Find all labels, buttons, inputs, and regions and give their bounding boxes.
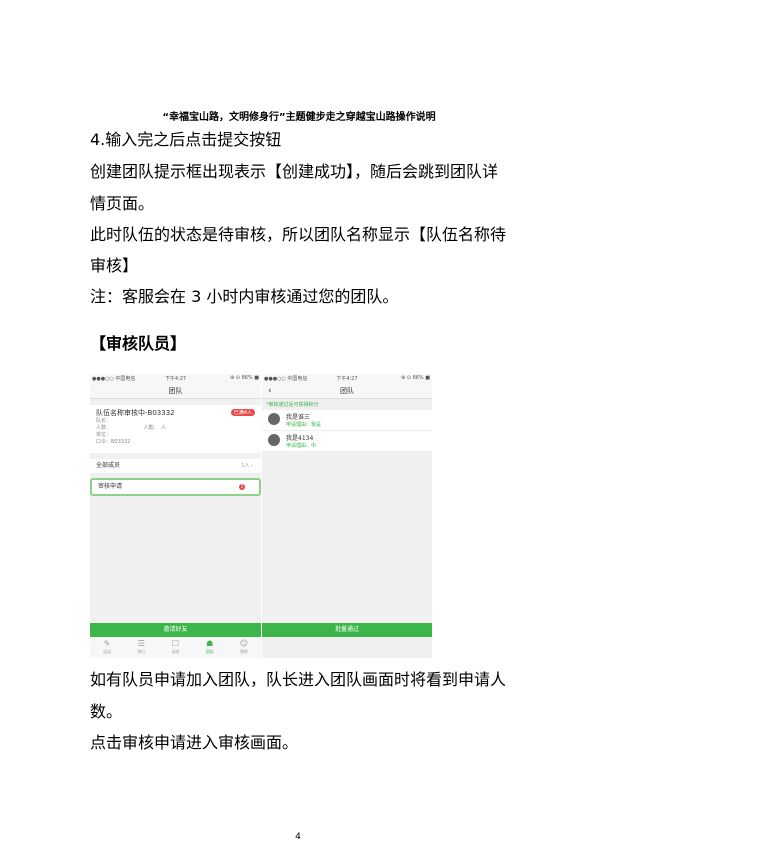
tab-team[interactable]: ☗ 团队 xyxy=(193,637,227,658)
avatar xyxy=(268,434,280,446)
status-bar: ●●●○○ 中国电信 下午4:27 ⊕ ⊙ 86% ■ xyxy=(90,374,261,384)
team-card[interactable]: 队伍名称审核中-B03332 已满4人 队长： 人数： 人数： 人 单位： 口令… xyxy=(90,405,261,453)
batch-approve-button[interactable]: 批量通过 xyxy=(262,623,432,637)
team-badge: 已满4人 xyxy=(230,409,255,416)
paragraph-9: 点击审核申请进入审核画面。 xyxy=(90,733,299,752)
list-icon: ☰ xyxy=(137,639,145,648)
screenshot-review-page: ●●●○○ 中国电信 下午4:27 ⊕ ⊙ 86% ■ ‹ 团队 *审核通过后可… xyxy=(262,374,432,658)
nav-title: 团队 xyxy=(340,387,354,395)
paragraph-3: 情页面。 xyxy=(90,194,155,213)
paragraph-2: 创建团队提示框出现表示【创建成功】，随后会跳到团队详 xyxy=(90,162,499,181)
tab-sport[interactable]: ✎ 运动 xyxy=(90,637,124,658)
info-bar: *审核通过后可获得积分 xyxy=(262,399,432,410)
review-application-row[interactable]: 审核申请 2 xyxy=(90,478,261,496)
avatar xyxy=(268,413,280,425)
back-icon[interactable]: ‹ xyxy=(268,384,272,398)
review-count-badge: 2 xyxy=(239,484,245,490)
nav-bar: ‹ 团队 xyxy=(262,384,432,399)
status-bar: ●●●○○ 中国电信 下午4:27 ⊕ ⊙ 86% ■ xyxy=(262,374,432,384)
paragraph-7: 如有队员申请加入团队，队长进入团队画面时将看到申请人 xyxy=(90,670,507,689)
list-item[interactable]: 我是谁三 申请理由：我是 xyxy=(262,410,432,431)
paragraph-8: 数。 xyxy=(90,702,123,721)
empty-footer xyxy=(262,637,432,658)
section-title: 【审核队员】 xyxy=(90,334,187,353)
feed-icon: ☐ xyxy=(171,639,180,648)
invite-friends-button[interactable]: 邀请好友 xyxy=(90,623,261,637)
paragraph-1: 4.输入完之后点击提交按钮 xyxy=(90,130,282,149)
tab-bar: ✎ 运动 ☰ 排行 ☐ 动态 ☗ 团队 ☺ 我的 xyxy=(90,637,261,658)
paragraph-6: 注：客服会在 3 小时内审核通过您的团队。 xyxy=(90,287,399,306)
tab-rank[interactable]: ☰ 排行 xyxy=(124,637,158,658)
team-icon: ☗ xyxy=(206,639,214,648)
nav-bar: 团队 xyxy=(90,384,261,399)
running-header: “幸福宝山路，文明修身行”主题健步走之穿越宝山路操作说明 xyxy=(162,112,436,123)
user-icon: ☺ xyxy=(239,639,249,648)
nav-title: 团队 xyxy=(168,387,183,395)
tab-feed[interactable]: ☐ 动态 xyxy=(158,637,192,658)
tab-me[interactable]: ☺ 我的 xyxy=(227,637,261,658)
all-members-row[interactable]: 全部成员 1人 › xyxy=(90,459,261,474)
paragraph-4: 此时队伍的状态是待审核，所以团队名称显示【队伍名称待 xyxy=(90,225,507,244)
list-item[interactable]: 我是4134 申请理由：中 xyxy=(262,431,432,452)
screenshot-team-page: ●●●○○ 中国电信 下午4:27 ⊕ ⊙ 86% ■ 团队 队伍名称审核中-B… xyxy=(90,374,261,658)
pencil-icon: ✎ xyxy=(103,639,111,648)
paragraph-5: 审核】 xyxy=(90,256,139,275)
